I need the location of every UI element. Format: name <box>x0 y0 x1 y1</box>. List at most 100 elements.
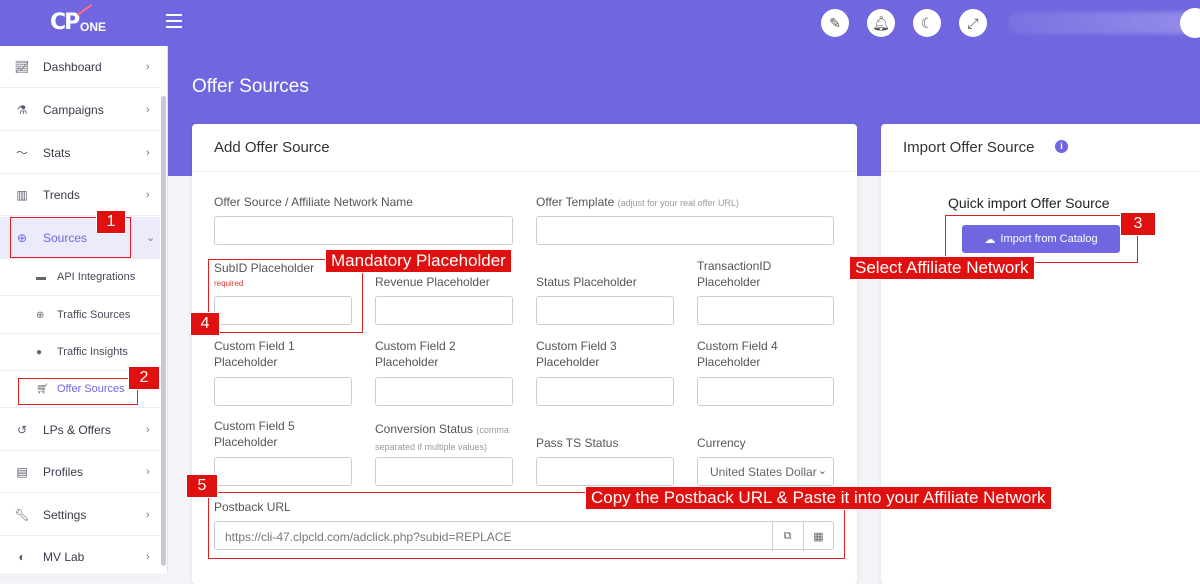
offer-source-name-input[interactable] <box>214 216 513 245</box>
conversion-status-input[interactable] <box>375 457 513 486</box>
field-label-cf4: Custom Field 4 Placeholder <box>697 338 778 370</box>
sidebar-item-label: Profiles <box>43 464 84 479</box>
chevron-down-icon: ⌄ <box>817 465 827 477</box>
sidebar-item-label: Trends <box>43 187 80 202</box>
label-line: Placeholder <box>697 275 761 289</box>
custom-field-1-input[interactable] <box>214 377 352 406</box>
annotation-badge-4: 4 <box>190 312 220 336</box>
chevron-down-icon: ⌄ <box>146 232 156 244</box>
sidebar: 📈︎ Dashboard › ⚗ Campaigns › 〜 Stats › ▥… <box>0 46 168 578</box>
chevron-right-icon: › <box>146 508 150 521</box>
expand-icon[interactable]: ⤢ <box>959 9 987 37</box>
revenue-placeholder-input[interactable] <box>375 296 513 325</box>
info-icon[interactable]: i <box>1055 140 1068 153</box>
annotation-box-offer-sources <box>18 378 138 405</box>
annotation-callout-postback: Copy the Postback URL & Paste it into yo… <box>585 486 1052 510</box>
sidebar-item-stats[interactable]: 〜 Stats › <box>0 132 160 174</box>
lab-icon: ◐ <box>18 549 26 564</box>
magic-wand-icon[interactable]: ✎ <box>821 9 849 37</box>
page-title: Offer Sources <box>192 76 309 97</box>
history-icon: ↺ <box>16 422 28 437</box>
sidebar-scrollbar[interactable] <box>161 96 166 566</box>
sidebar-subitem-label: API Integrations <box>57 271 136 283</box>
sidebar-item-label: LPs & Offers <box>43 422 111 437</box>
flask-icon: ⚗ <box>16 102 28 117</box>
field-label-template-text: Offer Template <box>536 195 615 209</box>
globe-icon: ⊕ <box>36 309 45 321</box>
annotation-badge-5: 5 <box>186 474 218 498</box>
logo-cp: CP <box>50 10 80 35</box>
sidebar-item-trends[interactable]: ▥ Trends › <box>0 174 160 216</box>
currency-select[interactable]: United States Dollar ⌄ <box>697 457 834 486</box>
field-hint-conversion: separated if multiple values) <box>375 442 488 452</box>
sidebar-item-settings[interactable]: 🔧︎ Settings › <box>0 494 160 536</box>
bell-icon[interactable]: 🔔︎ <box>867 9 895 37</box>
annotation-badge-1: 1 <box>96 210 126 234</box>
field-hint-conversion: (comma <box>476 425 509 435</box>
sidebar-item-mv-lab[interactable]: ◐ MV Lab › <box>0 536 160 578</box>
sidebar-subitem-traffic-sources[interactable]: ⊕ Traffic Sources <box>0 297 160 334</box>
chevron-right-icon: › <box>146 146 150 159</box>
custom-field-5-input[interactable] <box>214 457 352 486</box>
chevron-right-icon: › <box>146 465 150 478</box>
custom-field-4-input[interactable] <box>697 377 834 406</box>
field-label-cf1: Custom Field 1 Placeholder <box>214 338 295 370</box>
stats-icon: 〜 <box>15 146 28 160</box>
trends-icon: ▥ <box>16 187 28 202</box>
label-line: Custom Field 1 <box>214 339 295 353</box>
sidebar-item-label: Settings <box>43 507 87 522</box>
custom-field-2-input[interactable] <box>375 377 513 406</box>
card-title: Import Offer Source <box>903 139 1035 156</box>
globe-icon: ● <box>36 346 43 358</box>
folder-icon: ▬ <box>36 271 46 283</box>
chevron-right-icon: › <box>146 188 150 201</box>
annotation-callout-select-network: Select Affiliate Network <box>849 256 1035 280</box>
field-label-cf5: Custom Field 5 Placeholder <box>214 418 295 450</box>
label-line: Placeholder <box>375 355 439 369</box>
label-line: Placeholder <box>214 435 278 449</box>
sidebar-item-label: MV Lab <box>43 549 85 564</box>
field-label-status: Status Placeholder <box>536 275 637 289</box>
transactionid-placeholder-input[interactable] <box>697 296 834 325</box>
chevron-right-icon: › <box>146 60 150 73</box>
status-placeholder-input[interactable] <box>536 296 674 325</box>
annotation-callout-mandatory: Mandatory Placeholder <box>325 249 512 273</box>
sidebar-item-label: Dashboard <box>43 59 102 74</box>
sidebar-item-dashboard[interactable]: 📈︎ Dashboard › <box>0 46 160 88</box>
chevron-right-icon: › <box>146 103 150 116</box>
sidebar-item-campaigns[interactable]: ⚗ Campaigns › <box>0 89 160 131</box>
label-line: Custom Field 2 <box>375 339 456 353</box>
chevron-right-icon: › <box>146 423 150 436</box>
custom-field-3-input[interactable] <box>536 377 674 406</box>
moon-icon[interactable]: ☾ <box>913 9 941 37</box>
field-label-pass-ts: Pass TS Status <box>536 436 619 450</box>
sidebar-subitem-api-integrations[interactable]: ▬ API Integrations <box>0 259 160 296</box>
field-label-conversion-text: Conversion Status <box>375 422 474 436</box>
field-label-template: Offer Template (adjust for your real off… <box>536 194 739 211</box>
label-line: TransactionID <box>697 259 772 273</box>
label-line: Custom Field 4 <box>697 339 778 353</box>
user-info-blurred[interactable] <box>1008 12 1194 34</box>
field-label-transaction: TransactionID Placeholder <box>697 258 771 290</box>
label-line: Placeholder <box>697 355 761 369</box>
sidebar-item-lps-offers[interactable]: ↺ LPs & Offers › <box>0 409 160 451</box>
label-line: Placeholder <box>536 355 600 369</box>
pass-ts-status-input[interactable] <box>536 457 674 486</box>
annotation-badge-3: 3 <box>1120 212 1156 236</box>
field-hint-template: (adjust for your real offer URL) <box>617 198 739 208</box>
field-label-cf3: Custom Field 3 Placeholder <box>536 338 617 370</box>
logo-one: ONE <box>80 20 107 34</box>
sidebar-subitem-label: Traffic Insights <box>57 346 128 358</box>
menu-toggle-icon[interactable] <box>166 14 182 28</box>
annotation-badge-2: 2 <box>128 366 160 390</box>
app-logo[interactable]: CP ONE <box>50 3 120 38</box>
label-line: Custom Field 5 <box>214 419 295 433</box>
sidebar-item-label: Campaigns <box>43 102 104 117</box>
card-title: Add Offer Source <box>214 139 330 156</box>
sidebar-subitem-label: Traffic Sources <box>57 309 131 321</box>
field-label-cf2: Custom Field 2 Placeholder <box>375 338 456 370</box>
sidebar-item-label: Stats <box>43 145 71 160</box>
sidebar-item-profiles[interactable]: ▤ Profiles › <box>0 451 160 493</box>
offer-template-input[interactable] <box>536 216 834 245</box>
quick-import-title: Quick import Offer Source <box>948 195 1110 211</box>
